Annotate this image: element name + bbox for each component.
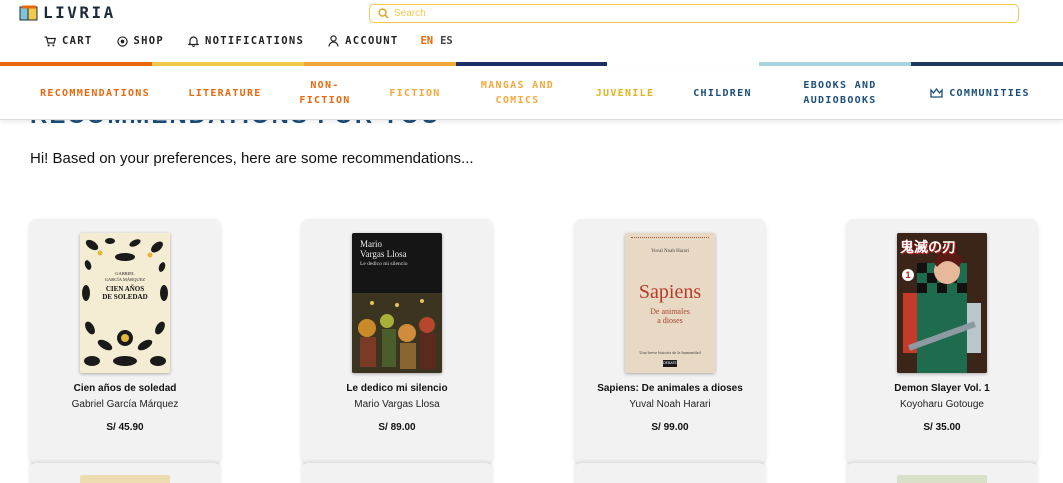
book-title[interactable]: Cien años de soledad — [30, 383, 220, 394]
category-children[interactable]: CHILDREN — [680, 66, 765, 120]
cover-author: GARCÍA MÁRQUEZ — [104, 277, 146, 282]
category-navigation: RECOMMENDATIONS LITERATURE NON- FICTION … — [0, 66, 1063, 120]
cover-author: GABRIEL — [115, 271, 135, 276]
category-mangas-and-comics[interactable]: MANGAS AND COMICS — [470, 66, 565, 120]
account-label: ACCOUNT — [345, 35, 399, 47]
category-juvenile[interactable]: JUVENILE — [585, 66, 665, 120]
cart-icon — [44, 35, 56, 46]
book-card[interactable]: 鬼滅の刃 1 Demon Slayer Vol. 1 Koyoharu Goto… — [847, 219, 1037, 463]
book-card[interactable]: GABRIEL GARCÍA MÁRQUEZ CIEN AÑOS DE SOLE… — [30, 219, 220, 463]
logo[interactable]: LIVRIA — [19, 3, 116, 22]
book-price: S/ 45.90 — [106, 422, 144, 433]
category-communities-label: COMMUNITIES — [949, 87, 1030, 99]
cart-label: CART — [62, 35, 93, 47]
book-cover[interactable] — [897, 475, 987, 483]
category-recommendations[interactable]: RECOMMENDATIONS — [30, 66, 160, 120]
shop-label: SHOP — [133, 35, 164, 47]
location-pin-icon — [116, 35, 128, 47]
category-communities[interactable]: COMMUNITIES — [920, 66, 1040, 120]
book-title[interactable]: Le dedico mi silencio — [302, 383, 492, 394]
book-card[interactable]: Mario Vargas Llosa Le dedico mi silencio… — [302, 219, 492, 463]
notifications-link[interactable]: NOTIFICATIONS — [188, 35, 304, 47]
cart-link[interactable]: CART — [44, 35, 93, 47]
language-es[interactable]: ES — [440, 35, 453, 47]
book-author: Koyoharu Gotouge — [900, 399, 984, 410]
cover-author: Yuval Noah Harari — [651, 249, 689, 254]
book-title[interactable]: Demon Slayer Vol. 1 — [847, 383, 1037, 394]
book-price: S/ 99.00 — [651, 422, 689, 433]
book-price: S/ 89.00 — [378, 422, 416, 433]
cover-title: DE SOLEDAD — [102, 293, 148, 301]
floral-pattern-icon — [82, 238, 168, 366]
book-card[interactable] — [847, 463, 1037, 483]
book-author: Yuval Noah Harari — [629, 399, 711, 410]
cover-tagline: Una breve historia de la humanidad — [639, 350, 701, 355]
book-card[interactable] — [30, 463, 220, 483]
category-non-fiction[interactable]: NON- FICTION — [290, 66, 360, 120]
cover-title: 鬼滅の刃 — [900, 240, 956, 256]
cover-subtitle: De animales — [650, 307, 690, 316]
book-price: S/ 35.00 — [923, 422, 961, 433]
book-cover[interactable] — [80, 475, 170, 483]
book-author: Mario Vargas Llosa — [354, 399, 440, 410]
cover-title: Le dedico mi silencio — [360, 261, 408, 267]
search-icon — [378, 8, 389, 19]
volume-number: 1 — [902, 269, 914, 281]
bell-icon — [188, 36, 199, 47]
category-literature[interactable]: LITERATURE — [175, 66, 275, 120]
book-cover[interactable]: GABRIEL GARCÍA MÁRQUEZ CIEN AÑOS DE SOLE… — [80, 233, 170, 373]
search-bar[interactable] — [369, 4, 1019, 23]
logo-text: LIVRIA — [43, 3, 116, 22]
shop-link[interactable]: SHOP — [116, 35, 165, 47]
publisher-badge: DEBATE — [663, 360, 677, 367]
book-card[interactable] — [575, 463, 765, 483]
search-input[interactable] — [394, 8, 994, 19]
cover-author: Mario — [360, 239, 382, 249]
cover-author: Vargas Llosa — [360, 249, 407, 259]
category-fiction[interactable]: FICTION — [375, 66, 455, 120]
book-cover[interactable]: Mario Vargas Llosa Le dedico mi silencio — [352, 233, 442, 373]
cover-title: Sapiens — [638, 281, 702, 303]
language-en[interactable]: EN — [420, 35, 433, 47]
intro-text: Hi! Based on your preferences, here are … — [30, 150, 474, 167]
book-cover[interactable]: 鬼滅の刃 1 — [897, 233, 987, 373]
cover-top-strip — [631, 237, 709, 239]
cover-title: CIEN AÑOS — [105, 285, 145, 293]
book-card[interactable] — [302, 463, 492, 483]
book-logo-icon — [19, 5, 38, 20]
book-cover[interactable]: Yuval Noah Harari Sapiens De animales a … — [625, 233, 715, 373]
notifications-label: NOTIFICATIONS — [205, 35, 305, 47]
book-author: Gabriel García Márquez — [71, 399, 179, 410]
account-link[interactable]: ACCOUNT — [328, 35, 398, 47]
category-ebooks-and-audiobooks[interactable]: EBOOKS AND AUDIOBOOKS — [785, 66, 895, 120]
book-title[interactable]: Sapiens: De animales a dioses — [575, 383, 765, 394]
crown-icon — [930, 88, 943, 98]
cover-subtitle: a dioses — [657, 316, 683, 325]
top-navigation: CART SHOP NOTIFICATIONS ACCOUNT EN ES — [44, 34, 453, 48]
user-icon — [328, 35, 339, 47]
book-card[interactable]: Yuval Noah Harari Sapiens De animales a … — [575, 219, 765, 463]
